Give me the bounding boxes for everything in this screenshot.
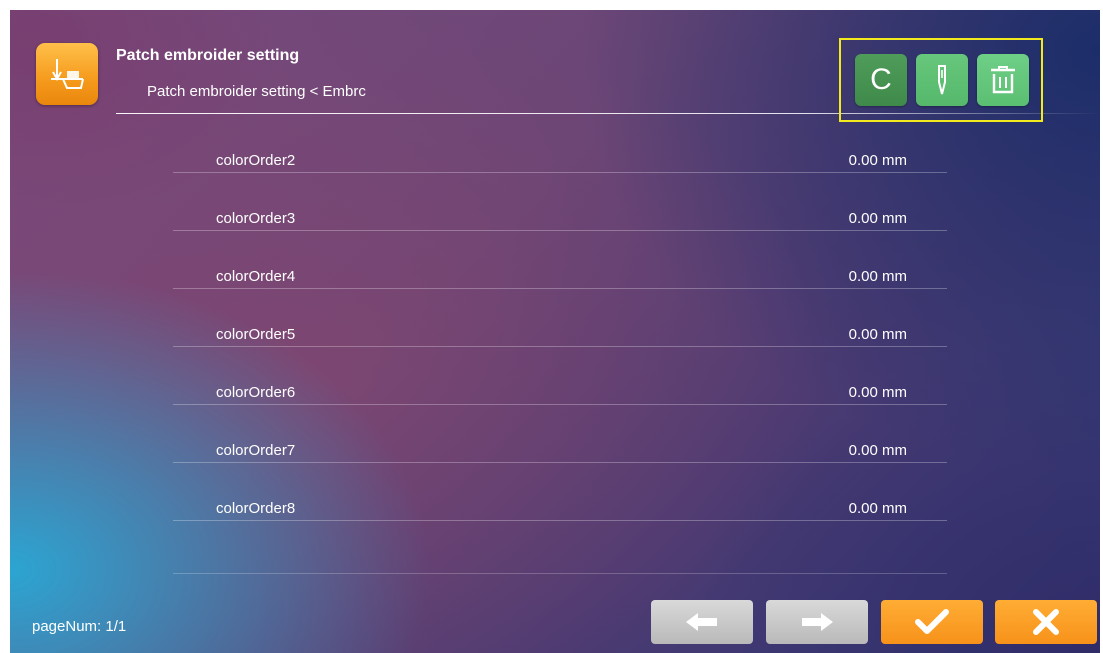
row-label: colorOrder6 bbox=[216, 384, 296, 401]
row-value[interactable]: 0.00 mm bbox=[849, 326, 907, 343]
close-icon bbox=[1033, 609, 1059, 635]
row-value[interactable]: 0.00 mm bbox=[849, 152, 907, 169]
row-value[interactable]: 0.00 mm bbox=[849, 442, 907, 459]
delete-button[interactable] bbox=[977, 54, 1029, 106]
row-value[interactable]: 0.00 mm bbox=[849, 268, 907, 285]
row-divider bbox=[173, 404, 947, 405]
row-label: colorOrder8 bbox=[216, 500, 296, 517]
row-divider bbox=[173, 172, 947, 173]
list-item[interactable]: colorOrder8 0.00 mm bbox=[173, 488, 947, 546]
list-item[interactable]: colorOrder7 0.00 mm bbox=[173, 430, 947, 488]
row-divider bbox=[173, 230, 947, 231]
toolbar-group: C bbox=[839, 38, 1043, 122]
row-divider bbox=[173, 288, 947, 289]
needle-button[interactable] bbox=[916, 54, 968, 106]
list-item[interactable]: colorOrder3 0.00 mm bbox=[173, 198, 947, 256]
row-value[interactable]: 0.00 mm bbox=[849, 210, 907, 227]
page-title: Patch embroider setting bbox=[116, 47, 300, 64]
row-label: colorOrder2 bbox=[216, 152, 296, 169]
arrow-left-icon bbox=[686, 613, 717, 631]
prev-page-button[interactable] bbox=[651, 600, 753, 644]
row-divider bbox=[173, 346, 947, 347]
list-item[interactable]: colorOrder5 0.00 mm bbox=[173, 314, 947, 372]
arrow-right-icon bbox=[802, 613, 833, 631]
trash-icon bbox=[991, 66, 1015, 94]
row-label: colorOrder5 bbox=[216, 326, 296, 343]
row-label: colorOrder7 bbox=[216, 442, 296, 459]
row-divider bbox=[173, 462, 947, 463]
confirm-button[interactable] bbox=[881, 600, 983, 644]
breadcrumb: Patch embroider setting < Embrc bbox=[147, 83, 366, 100]
c-button[interactable]: C bbox=[855, 54, 907, 106]
row-divider bbox=[173, 520, 947, 521]
list-item[interactable]: colorOrder2 0.00 mm bbox=[173, 140, 947, 198]
row-label: colorOrder4 bbox=[216, 268, 296, 285]
c-button-label: C bbox=[870, 63, 892, 96]
page-number: pageNum: 1/1 bbox=[32, 618, 127, 635]
needle-icon bbox=[938, 65, 946, 95]
next-page-button[interactable] bbox=[766, 600, 868, 644]
patch-embroider-icon bbox=[36, 43, 98, 105]
list-item[interactable]: colorOrder6 0.00 mm bbox=[173, 372, 947, 430]
row-value[interactable]: 0.00 mm bbox=[849, 500, 907, 517]
screen: Patch embroider setting Patch embroider … bbox=[10, 10, 1100, 653]
list-item[interactable]: colorOrder4 0.00 mm bbox=[173, 256, 947, 314]
cancel-button[interactable] bbox=[995, 600, 1097, 644]
row-value[interactable]: 0.00 mm bbox=[849, 384, 907, 401]
settings-list: colorOrder2 0.00 mm colorOrder3 0.00 mm … bbox=[173, 140, 947, 546]
check-icon bbox=[915, 609, 949, 634]
empty-row-divider bbox=[173, 573, 947, 574]
row-label: colorOrder3 bbox=[216, 210, 296, 227]
